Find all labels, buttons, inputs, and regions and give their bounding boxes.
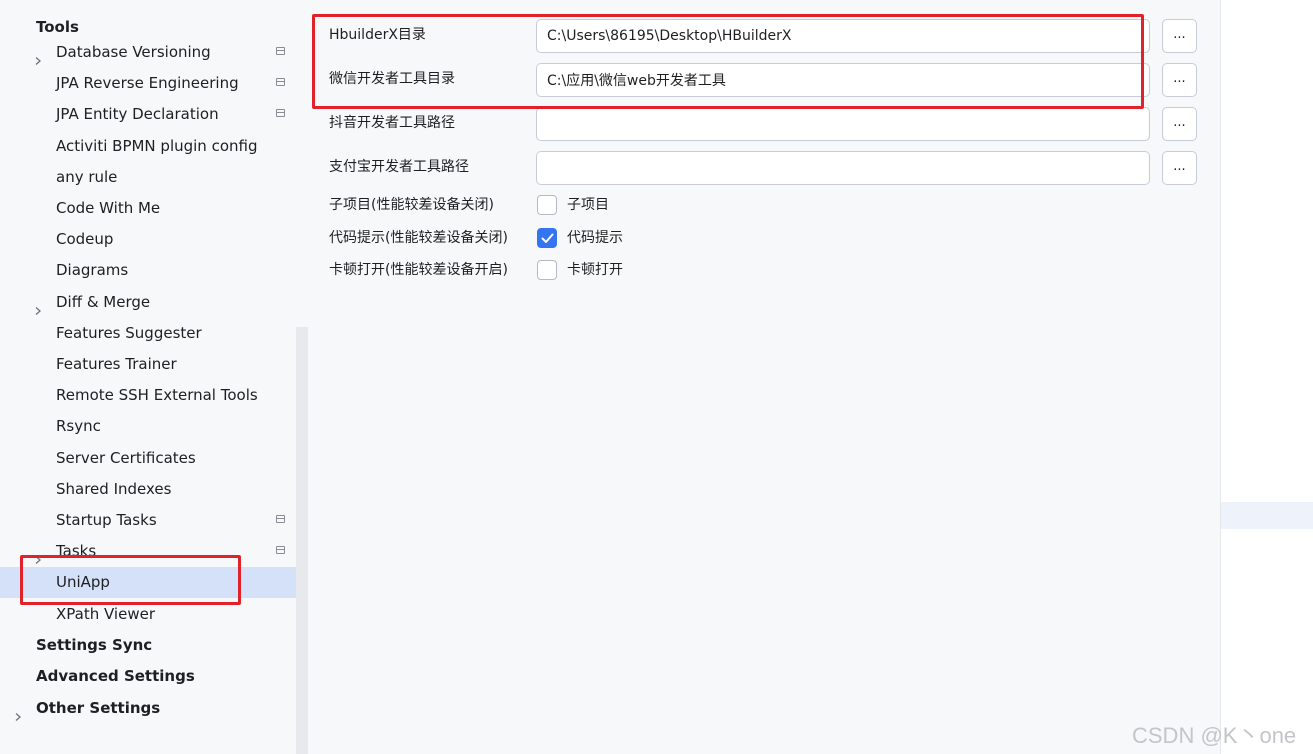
- sidebar-item-label: Features Suggester: [56, 323, 202, 342]
- sidebar-section-advanced-settings[interactable]: Advanced Settings: [0, 661, 308, 692]
- code-hint-option-label: 代码提示(性能较差设备关闭): [329, 230, 508, 246]
- subproject-option-label: 子项目(性能较差设备关闭): [329, 197, 494, 213]
- sidebar-item-code-with-me[interactable]: Code With Me: [0, 193, 308, 224]
- project-level-icon: [276, 109, 285, 118]
- sidebar-section-settings-sync[interactable]: Settings Sync: [0, 630, 308, 661]
- sidebar-item-label: JPA Entity Declaration: [56, 105, 219, 124]
- sidebar-item-label: Startup Tasks: [56, 511, 157, 529]
- project-level-icon: [276, 47, 285, 55]
- sidebar-item-activiti-bpmn-plugin-config[interactable]: Activiti BPMN plugin config: [0, 131, 308, 162]
- project-level-icon: [276, 515, 285, 523]
- sidebar-item-label: Shared Indexes: [56, 479, 172, 498]
- editor-line-highlight: [1221, 502, 1313, 529]
- douyin-devtools-path-input[interactable]: [536, 107, 1150, 141]
- sidebar-section-label: Settings Sync: [36, 636, 153, 654]
- checkmark-icon: [541, 233, 554, 243]
- sidebar-item-codeup[interactable]: Codeup: [0, 224, 308, 255]
- sidebar-section-label: Other Settings: [36, 698, 161, 717]
- sidebar-item-rsync[interactable]: Rsync: [0, 411, 308, 442]
- sidebar-item-server-certificates[interactable]: Server Certificates: [0, 443, 308, 474]
- sidebar-item-label: any rule: [56, 167, 118, 186]
- annotation-box-uniapp: [20, 555, 241, 605]
- sidebar-item-jpa-entity-declaration[interactable]: JPA Entity Declaration: [0, 99, 308, 130]
- sidebar-item-label: Diff & Merge: [56, 292, 151, 311]
- settings-sidebar: Tools Database Versioning JPA Reverse Eng…: [0, 0, 308, 754]
- douyin-devtools-path-label: 抖音开发者工具路径: [329, 115, 455, 131]
- sidebar-item-jpa-reverse-engineering[interactable]: JPA Reverse Engineering: [0, 68, 308, 99]
- subproject-checkbox-text[interactable]: 子项目: [567, 195, 609, 215]
- sidebar-item-label: Code With Me: [56, 199, 161, 217]
- sidebar-item-diagrams[interactable]: Diagrams: [0, 255, 308, 286]
- alipay-devtools-path-input[interactable]: [536, 151, 1150, 185]
- sidebar-item-features-trainer[interactable]: Features Trainer: [0, 349, 308, 380]
- sidebar-section-other-settings[interactable]: Other Settings: [0, 693, 308, 724]
- code-hint-checkbox-text[interactable]: 代码提示: [567, 228, 623, 248]
- alipay-devtools-browse-button[interactable]: ...: [1162, 151, 1197, 185]
- sidebar-item-remote-ssh-external-tools[interactable]: Remote SSH External Tools: [0, 380, 308, 411]
- sidebar-item-label: Activiti BPMN plugin config: [56, 136, 258, 155]
- sidebar-item-any-rule[interactable]: any rule: [0, 162, 308, 193]
- editor-background-panel: [1220, 0, 1313, 754]
- sidebar-item-label: Codeup: [56, 230, 114, 249]
- lag-open-checkbox[interactable]: [537, 260, 557, 280]
- sidebar-item-label: Database Versioning: [56, 43, 211, 61]
- lag-open-checkbox-text[interactable]: 卡顿打开: [567, 260, 623, 280]
- lag-open-option-label: 卡顿打开(性能较差设备开启): [329, 262, 508, 278]
- sidebar-section-label: Advanced Settings: [36, 667, 195, 686]
- sidebar-item-shared-indexes[interactable]: Shared Indexes: [0, 474, 308, 505]
- hbuilderx-browse-button[interactable]: ...: [1162, 19, 1197, 53]
- sidebar-item-database-versioning[interactable]: Database Versioning: [0, 37, 308, 68]
- chevron-right-icon[interactable]: [33, 46, 43, 65]
- alipay-devtools-path-label: 支付宝开发者工具路径: [329, 159, 469, 175]
- sidebar-scrollbar[interactable]: [296, 327, 308, 754]
- sidebar-item-diff-merge[interactable]: Diff & Merge: [0, 287, 308, 318]
- sidebar-item-label: Server Certificates: [56, 448, 196, 467]
- sidebar-item-label: Rsync: [56, 417, 101, 436]
- chevron-right-icon[interactable]: [33, 545, 43, 565]
- sidebar-item-features-suggester[interactable]: Features Suggester: [0, 318, 308, 349]
- wechat-devtools-browse-button[interactable]: ...: [1162, 63, 1197, 97]
- annotation-box-paths: [312, 14, 1144, 109]
- sidebar-item-label: Remote SSH External Tools: [56, 386, 258, 405]
- sidebar-item-label: Features Trainer: [56, 355, 177, 373]
- project-level-icon: [276, 78, 285, 87]
- douyin-devtools-browse-button[interactable]: ...: [1162, 107, 1197, 141]
- chevron-right-icon[interactable]: [13, 702, 23, 721]
- sidebar-item-label: Diagrams: [56, 261, 129, 280]
- sidebar-item-startup-tasks[interactable]: Startup Tasks: [0, 505, 308, 536]
- subproject-checkbox[interactable]: [537, 195, 557, 215]
- code-hint-checkbox[interactable]: [537, 228, 557, 248]
- sidebar-item-label: JPA Reverse Engineering: [56, 74, 239, 93]
- watermark: CSDN @K丶one: [1132, 723, 1297, 748]
- chevron-right-icon[interactable]: [33, 296, 43, 315]
- project-level-icon: [276, 546, 285, 555]
